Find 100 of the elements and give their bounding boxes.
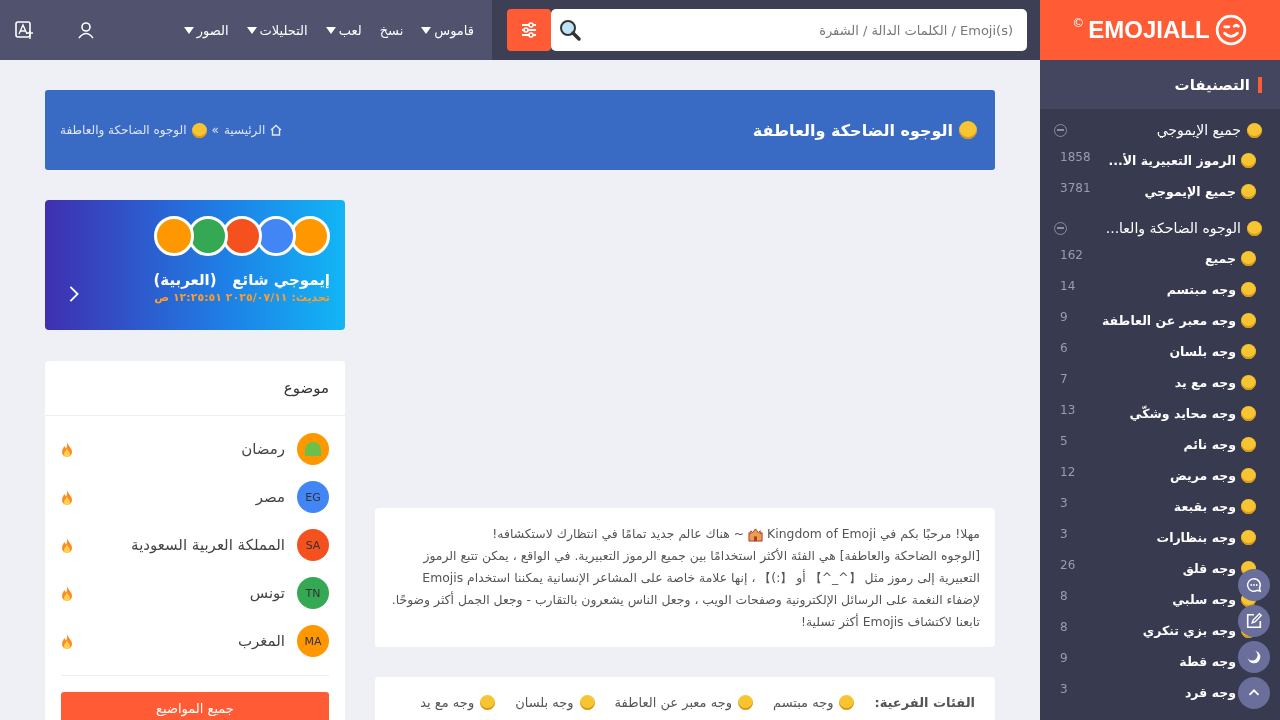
moon-icon (1245, 648, 1263, 666)
subcategory-link[interactable]: وجه بلسان (515, 695, 574, 710)
page-title: الوجوه الضاحكة والعاطفة (752, 120, 953, 140)
chevron-icon[interactable] (68, 284, 80, 303)
category-label: وجه قطة (1178, 654, 1236, 669)
emoji-face-icon (1241, 184, 1256, 199)
category-label: وجه بلسان (1168, 344, 1236, 359)
category-label: وجه بقبعة (1172, 499, 1236, 514)
emoji-face-icon (1241, 313, 1256, 328)
category-group[interactable]: جميع الإيموجي (1040, 115, 1280, 145)
breadcrumb-separator: » (211, 123, 219, 137)
edit-icon (1245, 612, 1263, 630)
country-badge: SA (297, 529, 329, 561)
chat-icon (1245, 576, 1263, 594)
emoji-face-icon (480, 695, 496, 710)
subcategory-link[interactable]: وجه مع يد (420, 695, 475, 710)
sliders-icon (519, 20, 539, 40)
emoji-face-icon (1241, 530, 1256, 545)
accent-bar (1258, 76, 1262, 93)
item-count: 8 (1060, 620, 1068, 634)
subcategory-link[interactable]: وجه مبتسم (773, 695, 834, 710)
intro-text: ~ هناك عالم جديد تمامًا في انتظارك لاستكشافه! (492, 525, 745, 543)
topic-link[interactable]: رمضان (85, 440, 285, 458)
update-time: تحديث: ٢٠٢٥/٠٧/١١ ١٢:٢٥:٥١ ص (154, 291, 330, 304)
subcategory-link[interactable]: وجه معبر عن العاطفة (614, 695, 732, 710)
filter-button[interactable] (507, 9, 551, 51)
copyright-mark: © (1072, 16, 1085, 30)
fire-icon (61, 633, 73, 649)
category-label: وجه مع يد (1173, 375, 1236, 390)
emoji-face-icon (1241, 344, 1256, 359)
emoji-face-icon (1241, 406, 1256, 421)
topic-link[interactable]: المملكة العربية السعودية (85, 536, 285, 554)
category-label: وجه مبتسم (1165, 282, 1236, 297)
topic-link[interactable]: تونس (85, 584, 285, 602)
nav-link[interactable]: لعب (325, 22, 362, 38)
fire-icon (61, 585, 73, 601)
category-group[interactable]: الوجوه الضاحكة والعا... (1040, 213, 1280, 243)
emoji-face-icon (1241, 468, 1256, 483)
category-label: وجه محايد وشكّي (1128, 406, 1236, 421)
country-badge: EG (297, 481, 329, 513)
nav-link[interactable]: قاموس (421, 22, 474, 38)
item-count: 3781 (1060, 181, 1091, 195)
item-count: 3 (1060, 527, 1068, 541)
smiley-icon (1213, 13, 1248, 47)
emoji-face-icon (1241, 251, 1256, 266)
nav-link[interactable]: التحليلات (246, 22, 308, 38)
fire-icon (61, 537, 73, 553)
item-count: 9 (1060, 651, 1068, 665)
item-count: 162 (1060, 248, 1083, 262)
search-icon[interactable] (558, 18, 582, 42)
emoji-face-icon (839, 695, 855, 710)
category-label: وجه مريض (1169, 468, 1236, 483)
trending-card[interactable]: إيموجي شائع (العربية) تحديث: ٢٠٢٥/٠٧/١١ ١٢:٢٥:٥١ ص (45, 200, 345, 330)
sidebar-title: التصنيفات (1174, 75, 1250, 94)
emoji-face-icon (1247, 122, 1262, 138)
subcategories-label: الفئات الفرعية: (874, 695, 975, 710)
nav-link[interactable]: الصور (183, 22, 229, 38)
home-icon[interactable] (270, 124, 283, 136)
user-icon[interactable] (76, 20, 96, 40)
item-count: 7 (1060, 372, 1068, 386)
trending-title: إيموجي شائع (العربية) (152, 271, 330, 289)
item-count: 8 (1060, 589, 1068, 603)
item-count: 12 (1060, 465, 1076, 479)
emoji-face-icon (738, 695, 753, 710)
category-label: وجه بنظارات (1155, 530, 1236, 545)
item-count: 5 (1060, 434, 1068, 448)
category-label: جميع الإيموجي (1155, 122, 1241, 138)
intro-text: [الوجوه الضاحكة والعاطفة] هي الفئة الأكثر استخدامًا بين جميع الرموز التعبيرية. في الواقع ، يمكن تتبع الرموز التعبيرية إلى رموز مثل 【^_^】 أو 【:)】 ، إنها علامة خاصة على المشاعر الإنسانية يمكننا استخدام Emojis لإضفاء النغمة على الرسائل الإلكترونية وصفحات الويب ، وجعل الناس يشعرون بالتقارب - وجعل الجمل أكثر وضوحًا. تابعنا لاكتشاف Emojis أكثر تسلية! (391, 547, 980, 631)
item-count: 3 (1060, 496, 1068, 510)
category-label: جميع الإيموجي (1143, 184, 1236, 199)
emoji-face-icon (1241, 437, 1256, 452)
item-count: 3 (1060, 682, 1068, 696)
emoji-face-icon (1241, 499, 1256, 514)
fire-icon (61, 441, 73, 457)
emoji-face-icon (1241, 153, 1256, 168)
nav-link[interactable]: نسخ (379, 22, 404, 38)
category-label: جميع (1203, 251, 1236, 266)
topic-link[interactable]: مصر (85, 488, 285, 506)
item-count: 13 (1060, 403, 1076, 417)
topic-link[interactable]: المغرب (85, 632, 285, 650)
emoji-face-icon (1247, 220, 1262, 236)
category-label: وجه معبر عن العاطفة (1101, 313, 1236, 328)
category-label: وجه قلق (1181, 561, 1236, 576)
item-count: 14 (1060, 279, 1076, 293)
fire-icon (61, 489, 73, 505)
breadcrumb-link[interactable]: الرئيسية (223, 123, 266, 137)
country-badge: TN (297, 577, 329, 609)
category-label: وجه قرد (1183, 685, 1236, 700)
item-count: 26 (1060, 558, 1076, 572)
category-label: وجه سلبي (1171, 592, 1236, 607)
castle-icon (748, 526, 764, 542)
item-count: 6 (1060, 341, 1068, 355)
country-badge: MA (297, 625, 329, 657)
breadcrumb-link[interactable]: الوجوه الضاحكة والعاطفة (60, 123, 187, 137)
topics-title: موضوع (45, 361, 345, 416)
search-field[interactable]: Emoji(s) / الكلمات الدالة / الشفرة (551, 9, 1027, 51)
emoji-face-icon (1241, 375, 1256, 390)
item-count: 9 (1060, 310, 1068, 324)
translate-icon[interactable] (14, 20, 34, 40)
item-count: 1858 (1060, 150, 1091, 164)
